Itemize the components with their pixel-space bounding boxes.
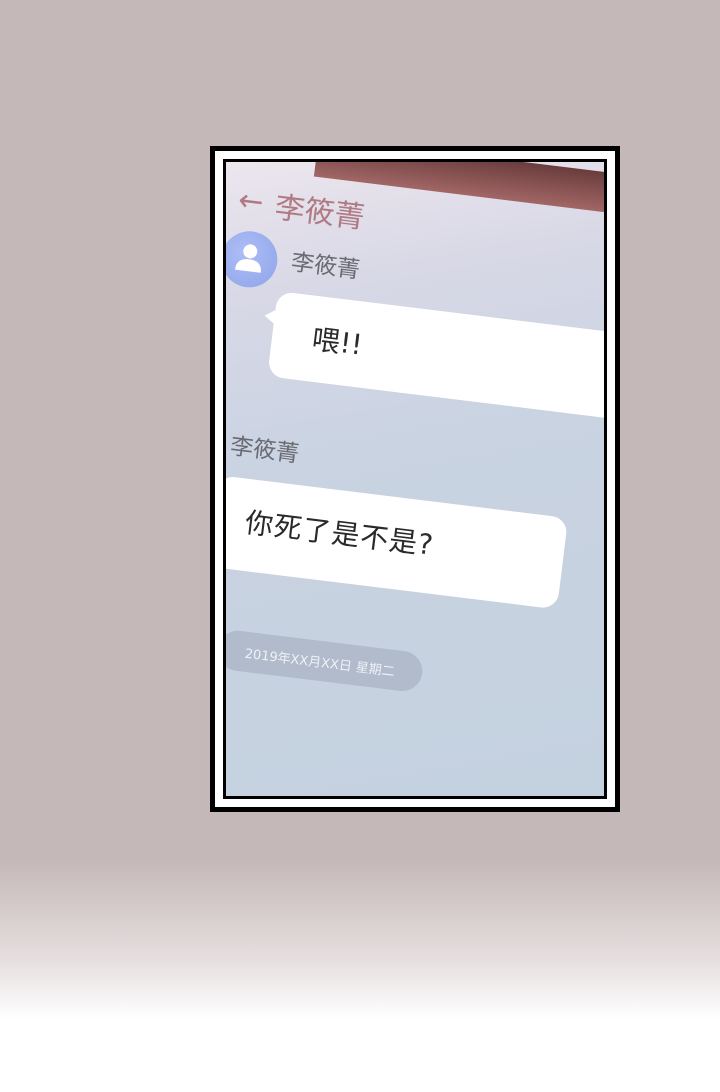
message-bubble[interactable]: 喂!! bbox=[263, 290, 604, 426]
panel-border: ← 李筱菁 李筱菁 喂!! 李筱菁 你死了是不是? 2019年XX月XX日 星期… bbox=[215, 151, 615, 807]
message-text: 喂!! bbox=[310, 322, 365, 362]
date-label: 2019年XX月XX日 星期二 bbox=[226, 628, 425, 694]
chat-screen: ← 李筱菁 李筱菁 喂!! 李筱菁 你死了是不是? 2019年XX月XX日 星期… bbox=[226, 162, 604, 796]
comic-panel: ← 李筱菁 李筱菁 喂!! 李筱菁 你死了是不是? 2019年XX月XX日 星期… bbox=[210, 146, 620, 812]
back-arrow-icon[interactable]: ← bbox=[236, 182, 265, 220]
bubble-tail bbox=[263, 307, 278, 325]
message-sender: 李筱菁 bbox=[289, 249, 362, 284]
message-sender: 李筱菁 bbox=[228, 433, 301, 468]
phone-screen: ← 李筱菁 李筱菁 喂!! 李筱菁 你死了是不是? 2019年XX月XX日 星期… bbox=[223, 159, 607, 799]
user-avatar-icon[interactable] bbox=[226, 228, 281, 291]
chat-header: ← 李筱菁 bbox=[236, 178, 368, 237]
chat-title: 李筱菁 bbox=[272, 190, 367, 236]
message-bubble[interactable]: 你死了是不是? bbox=[226, 475, 569, 610]
message-text: 你死了是不是? bbox=[243, 505, 436, 562]
